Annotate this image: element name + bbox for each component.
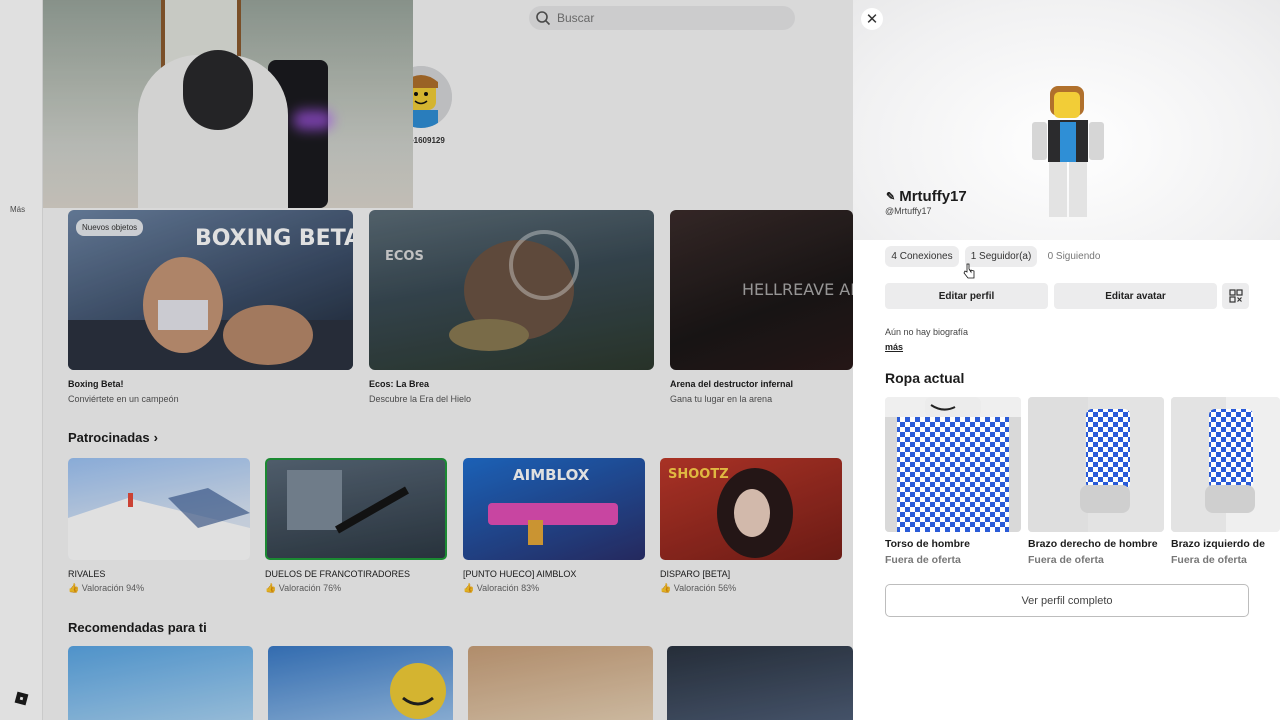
- recommended-card-0[interactable]: [68, 646, 253, 720]
- thumbs-up-icon: 👍: [660, 583, 672, 593]
- item-name-0: Torso de hombre: [885, 538, 970, 550]
- sponsored-name-0: RIVALES: [68, 569, 106, 579]
- connections-chip[interactable]: 4 Conexiones: [885, 246, 959, 267]
- close-icon: ✕: [865, 11, 879, 28]
- featured-subtitle-2: Gana tu lugar en la arena: [670, 394, 773, 404]
- sponsored-card-2[interactable]: AIMBLOX: [463, 458, 645, 560]
- more-link[interactable]: más: [885, 342, 903, 352]
- ecos-art: ECOS: [385, 230, 579, 351]
- new-items-badge: Nuevos objetos: [76, 219, 144, 236]
- outfit-title: Ropa actual: [885, 370, 965, 386]
- hellreaver-art: HELLREAVE ARENA: [742, 280, 853, 299]
- search-icon: [536, 11, 551, 26]
- aimblox-art-text: AIMBLOX: [513, 466, 590, 484]
- featured-card-ecos[interactable]: ECOS: [369, 210, 654, 370]
- sponsored-rating-1: 👍 Valoración 76%: [265, 583, 342, 593]
- sponsored-name-2: [PUNTO HUECO] AIMBLOX: [463, 569, 577, 579]
- recommended-card-3[interactable]: [667, 646, 853, 720]
- torso-thumbnail: [885, 397, 1021, 532]
- featured-title-2: Arena del destructor infernal: [670, 379, 794, 389]
- search-bar[interactable]: Buscar: [529, 6, 795, 30]
- sponsored-header[interactable]: Patrocinadas ›: [68, 430, 158, 445]
- thumbs-up-icon: 👍: [463, 583, 475, 593]
- item-status-0: Fuera de oferta: [885, 554, 961, 566]
- roblox-logo-icon[interactable]: [14, 691, 29, 706]
- item-name-2: Brazo izquierdo de: [1171, 538, 1265, 550]
- featured-title-1: Ecos: La Brea: [369, 379, 430, 389]
- edit-profile-button[interactable]: Editar perfil: [885, 283, 1048, 309]
- featured-subtitle-1: Descubre la Era del Hielo: [369, 394, 472, 404]
- thumbs-up-icon: 👍: [265, 583, 277, 593]
- sponsored-name-1: DUELOS DE FRANCOTIRADORES: [265, 569, 411, 579]
- qr-code-button[interactable]: [1222, 283, 1249, 309]
- sponsored-card-3[interactable]: SHOOTZ: [660, 458, 842, 560]
- item-status-1: Fuera de oferta: [1028, 554, 1104, 566]
- featured-title-0: Boxing Beta!: [68, 379, 124, 389]
- item-status-2: Fuera de oferta: [1171, 554, 1247, 566]
- recommended-card-2[interactable]: [468, 646, 653, 720]
- sponsored-rating-3: 👍 Valoración 56%: [660, 583, 737, 593]
- main-content: Buscar pipe1609129 BOXING BETA Nuevos ob…: [43, 0, 853, 720]
- chevron-right-icon: ›: [153, 430, 158, 445]
- outfit-item-left-arm[interactable]: Brazo izquierdo de Fuera de oferta: [1171, 397, 1280, 566]
- recommended-card-1[interactable]: [268, 646, 453, 720]
- profile-handle: @Mrtuffy17: [885, 206, 932, 216]
- bio-text: Aún no hay biografía: [885, 327, 969, 337]
- close-button[interactable]: ✕: [861, 8, 883, 30]
- shootz-art-text: SHOOTZ: [668, 467, 729, 482]
- sponsored-rating-0: 👍 Valoración 94%: [68, 583, 145, 593]
- search-placeholder: Buscar: [557, 11, 595, 25]
- left-arm-thumbnail: [1171, 397, 1280, 532]
- item-name-1: Brazo derecho de hombre: [1028, 538, 1158, 550]
- sponsored-title: Patrocinadas: [68, 430, 150, 445]
- following-chip[interactable]: 0 Siguiendo: [1043, 246, 1105, 267]
- qr-code-icon: [1228, 289, 1243, 303]
- followers-chip[interactable]: 1 Seguidor(a): [965, 246, 1037, 267]
- sponsored-name-3: DISPARO [BETA]: [660, 569, 731, 579]
- edit-avatar-button[interactable]: Editar avatar: [1054, 283, 1217, 309]
- profile-panel: ✕ ✎ Mrtuffy17 @Mrtuffy17 4 Conexiones 1 …: [853, 0, 1280, 720]
- sponsored-card-0[interactable]: [68, 458, 250, 560]
- sponsored-rating-2: 👍 Valoración 83%: [463, 583, 540, 593]
- ecos-art-text: ECOS: [385, 249, 424, 264]
- profile-display-name: ✎ Mrtuffy17: [886, 188, 967, 205]
- featured-card-hellreaver[interactable]: HELLREAVE ARENA: [670, 210, 853, 370]
- featured-card-boxing[interactable]: BOXING BETA Nuevos objetos: [68, 210, 353, 370]
- outfit-item-right-arm[interactable]: Brazo derecho de hombre Fuera de oferta: [1028, 397, 1164, 566]
- webcam-feed: [43, 0, 413, 208]
- sponsored-card-1[interactable]: [265, 458, 447, 560]
- right-arm-thumbnail: [1028, 397, 1164, 532]
- boxing-art-text: BOXING BETA: [195, 226, 353, 251]
- featured-subtitle-0: Conviértete en un campeón: [68, 394, 179, 404]
- left-nav: Más: [0, 0, 43, 720]
- thumbs-up-icon: 👍: [68, 583, 80, 593]
- hand-cursor-icon: [963, 263, 975, 279]
- pencil-icon[interactable]: ✎: [886, 190, 895, 203]
- view-full-profile-button[interactable]: Ver perfil completo: [885, 584, 1249, 617]
- hellreaver-art-text: HELLREAVE ARENA: [742, 280, 853, 299]
- avatar-figure: [1032, 86, 1104, 217]
- recommended-title: Recomendadas para ti: [68, 620, 207, 635]
- nav-more-label[interactable]: Más: [10, 205, 25, 214]
- outfit-item-torso[interactable]: Torso de hombre Fuera de oferta: [885, 397, 1021, 566]
